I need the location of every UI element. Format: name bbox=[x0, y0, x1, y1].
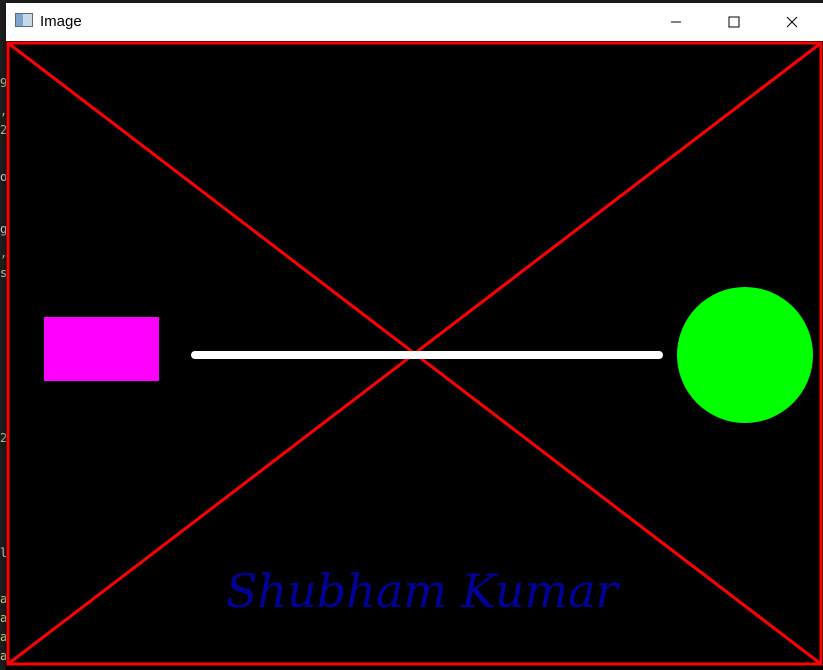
image-canvas[interactable]: Shubham Kumar bbox=[6, 41, 823, 670]
image-window[interactable]: Image Shubham Kumar bbox=[6, 3, 823, 670]
close-icon bbox=[786, 16, 798, 28]
green-circle bbox=[677, 287, 813, 423]
signature-text: Shubham Kumar bbox=[226, 564, 621, 618]
minimize-button[interactable] bbox=[647, 3, 705, 41]
drawing-svg: Shubham Kumar bbox=[6, 41, 823, 670]
maximize-button[interactable] bbox=[705, 3, 763, 41]
title-bar[interactable]: Image bbox=[6, 3, 823, 42]
maximize-icon bbox=[728, 16, 740, 28]
magenta-rectangle bbox=[44, 317, 159, 381]
minimize-icon bbox=[671, 21, 681, 23]
close-button[interactable] bbox=[763, 3, 821, 41]
window-title: Image bbox=[40, 13, 82, 30]
image-app-icon bbox=[15, 13, 33, 27]
